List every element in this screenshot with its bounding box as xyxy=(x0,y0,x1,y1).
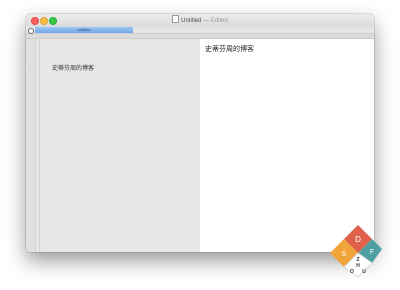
logo-letter-o: O xyxy=(350,269,354,275)
logo-letter-d: D xyxy=(355,235,361,244)
title-bar[interactable]: Untitled — Edited xyxy=(26,14,374,28)
editor-line-1[interactable]: 史蒂芬周的博客 xyxy=(52,63,94,72)
logo-letter-f: F xyxy=(370,249,374,256)
preview-heading: 史蒂芬周的博客 xyxy=(205,46,254,53)
tab-untitled[interactable]: Untitled xyxy=(35,27,133,33)
logo-letter-u: U xyxy=(362,269,366,275)
line-gutter: › xyxy=(26,39,36,252)
logo-letter-s: S xyxy=(342,251,347,258)
title-separator: — xyxy=(201,18,211,24)
edited-status: Edited xyxy=(210,18,228,24)
logo-letter-h: H xyxy=(356,263,360,269)
document-icon xyxy=(172,15,180,23)
preview-pane: 史蒂芬周的博客 xyxy=(200,39,374,252)
window-title-text: Untitled xyxy=(181,18,202,24)
app-window: Untitled — Edited Untitled › 史蒂芬周的博客 史蒂芬… xyxy=(26,14,374,252)
fold-marker-icon[interactable]: › xyxy=(29,65,30,70)
tab-bar: Untitled xyxy=(26,27,374,34)
dfszhou-logo: D F S Z H O U xyxy=(330,225,382,278)
window-title: Untitled — Edited xyxy=(26,15,374,26)
editor-pane[interactable]: › 史蒂芬周的博客 xyxy=(26,39,200,252)
gutter-divider xyxy=(39,39,40,252)
tab-close-icon[interactable] xyxy=(28,27,34,34)
